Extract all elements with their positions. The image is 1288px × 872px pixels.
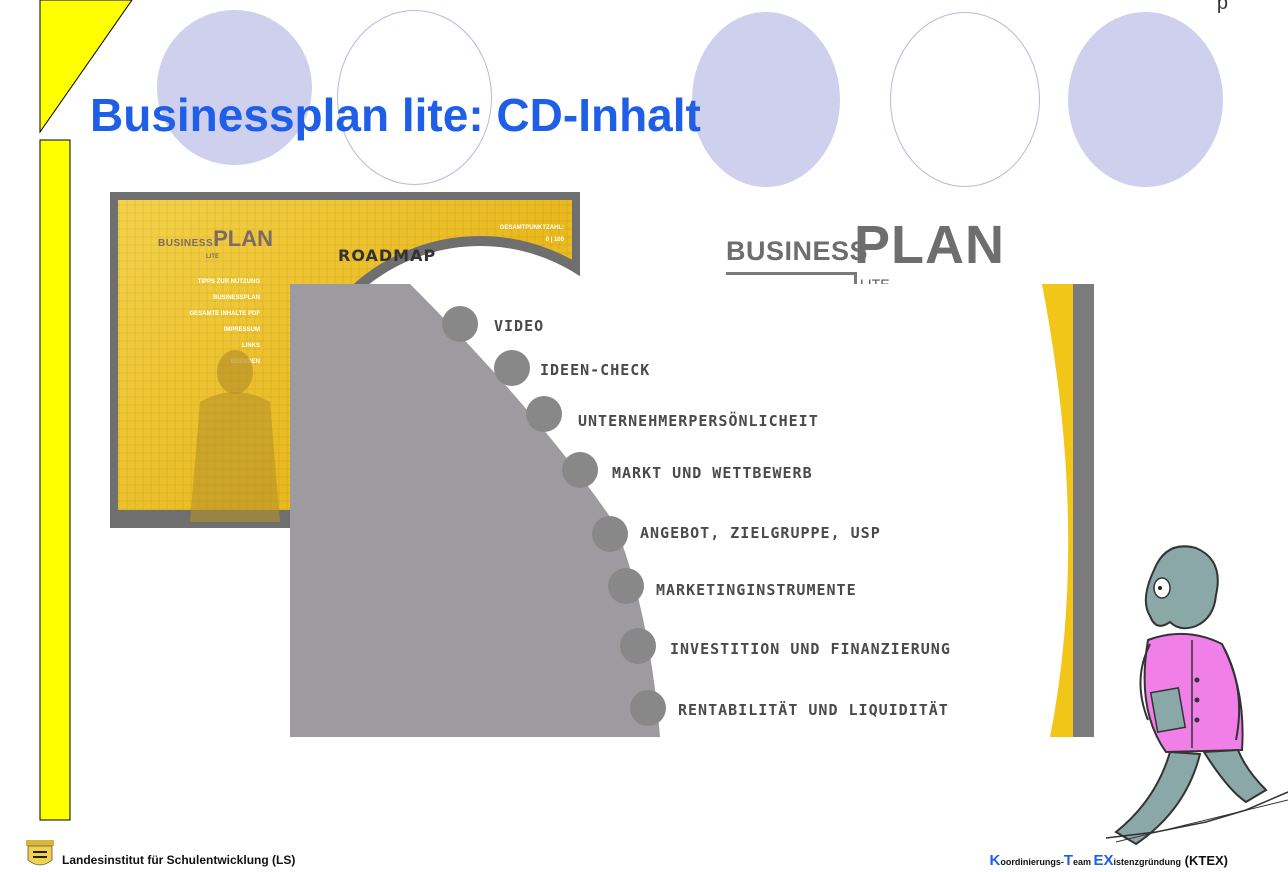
footer-institute: Landesinstitut für Schulentwicklung (LS) [62, 853, 296, 867]
score-label: GESAMTPUNKTZAHL: [499, 225, 564, 231]
decor-circle-4 [890, 12, 1040, 187]
footer-suffix: (KTEX) [1181, 853, 1228, 868]
footer-ex: EX [1093, 852, 1114, 869]
roadmap-item-angebot[interactable]: ANGEBOT, ZIELGRUPPE, USP [640, 524, 881, 542]
crest-icon [26, 840, 54, 866]
small-logo-plan: PLAN [213, 226, 274, 251]
slide: p Businessplan lite: CD-Inhalt ROADMAP B… [0, 0, 1288, 872]
logo-plan: PLAN [854, 215, 1005, 275]
roadmap-item-unternehmer[interactable]: UNTERNEHMERPERSÖNLICHEIT [578, 412, 819, 430]
small-logo-business: BUSINESS [158, 238, 214, 249]
score-display: GESAMTPUNKTZAHL: 0 | 100 [500, 222, 564, 246]
roadmap-item-investition[interactable]: INVESTITION UND FINANZIERUNG [670, 640, 951, 658]
footer-t-rest: eam [1073, 857, 1094, 867]
small-logo-lite: LITE [206, 254, 219, 260]
score-value: 0 | 100 [545, 237, 564, 243]
small-menu-item[interactable]: GESAMTE INHALTE PDF [189, 306, 260, 322]
small-menu-item[interactable]: BUSINESSPLAN [189, 290, 260, 306]
roadmap-item-marketing[interactable]: MARKETINGINSTRUMENTE [656, 581, 857, 599]
roadmap-graphic [290, 284, 1094, 737]
small-menu-item[interactable]: IMPRESSUM [189, 322, 260, 338]
decor-circle-5 [1068, 12, 1223, 187]
footer-ex-rest: istenzgründung [1113, 857, 1182, 867]
roadmap-item-rentabilitaet[interactable]: RENTABILITÄT UND LIQUIDITÄT [678, 701, 949, 719]
footer-k: K [989, 852, 1001, 869]
person-silhouette [190, 350, 280, 522]
slide-title: Businessplan lite: CD-Inhalt [90, 89, 701, 141]
roadmap-item-markt[interactable]: MARKT UND WETTBEWERB [612, 464, 813, 482]
small-menu-item[interactable]: TIPPS ZUR NUTZUNG [189, 274, 260, 290]
logo-underline [726, 272, 854, 275]
page-number: p [1216, 0, 1228, 14]
footer-ktex: Koordinierungs-Team EXistenzgründung (KT… [990, 852, 1229, 869]
logo-business: BUSINESS [726, 236, 869, 266]
roadmap-item-ideen-check[interactable]: IDEEN-CHECK [540, 361, 650, 379]
roadmap-title: ROADMAP [338, 246, 437, 265]
footer-k-rest: oordinierungs- [1000, 857, 1064, 867]
cartoon-businessman [1105, 545, 1288, 846]
footer-t: T [1063, 852, 1074, 869]
roadmap-screenshot: VIDEO IDEEN-CHECK UNTERNEHMERPERSÖNLICHE… [290, 284, 1094, 737]
small-businessplan-logo: BUSINESSPLAN LITE [158, 226, 274, 260]
roadmap-item-video[interactable]: VIDEO [494, 317, 544, 335]
decor-circle-3 [692, 12, 840, 187]
